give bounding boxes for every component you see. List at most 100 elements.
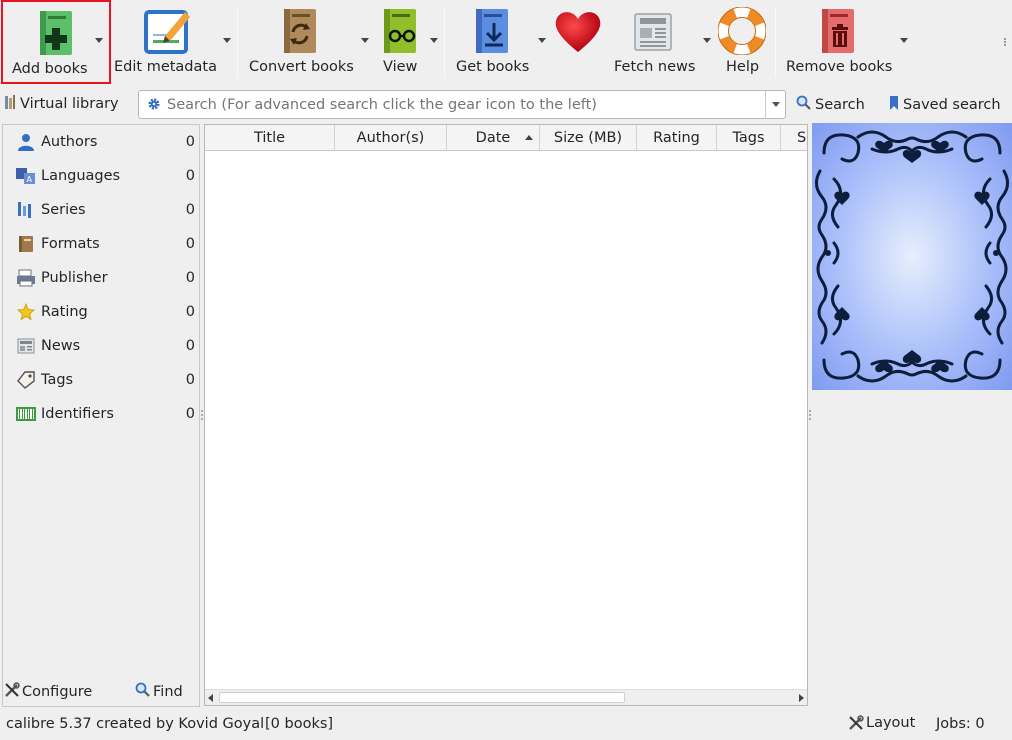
tag-browser-item-label: Rating — [41, 304, 88, 320]
remove-books-dropdown-icon[interactable] — [900, 38, 908, 43]
chevron-down-icon — [771, 102, 780, 107]
saved-search-button[interactable]: Saved search — [888, 95, 1001, 115]
tag-browser-item-label: Formats — [41, 236, 100, 252]
app-version-text: calibre 5.37 created by Kovid Goyal — [6, 716, 265, 732]
layout-label: Layout — [866, 715, 916, 731]
view-book-icon — [374, 6, 426, 56]
scrollbar-thumb[interactable] — [219, 692, 625, 703]
search-box — [138, 90, 786, 119]
help-button[interactable]: Help — [714, 0, 770, 84]
tag-browser-item-languages[interactable]: A Languages 0 — [15, 164, 197, 188]
tag-browser-item-count: 0 — [185, 338, 195, 354]
convert-book-icon — [274, 6, 326, 56]
tag-browser-item-label: Authors — [41, 134, 98, 150]
tag-browser-item-tags[interactable]: Tags 0 — [15, 368, 197, 392]
view-label: View — [383, 59, 418, 75]
column-header-date[interactable]: Date — [447, 125, 540, 151]
remove-book-icon — [812, 6, 864, 56]
status-bar: calibre 5.37 created by Kovid Goyal [0 b… — [0, 710, 1012, 740]
tag-browser-item-count: 0 — [185, 406, 195, 422]
search-button[interactable]: Search — [796, 95, 865, 115]
barcode-icon — [15, 404, 37, 424]
convert-books-dropdown-icon[interactable] — [361, 38, 369, 43]
languages-icon: A — [15, 166, 37, 186]
virtual-library-button[interactable]: Virtual library — [4, 94, 119, 114]
column-header-tags[interactable]: Tags — [717, 125, 781, 151]
tag-browser-item-label: Series — [41, 202, 86, 218]
toolbar-separator — [444, 8, 445, 78]
get-books-dropdown-icon[interactable] — [538, 38, 546, 43]
magnifier-icon — [796, 95, 812, 115]
tag-browser-item-count: 0 — [185, 270, 195, 286]
tag-browser-item-publisher[interactable]: Publisher 0 — [15, 266, 197, 290]
find-button[interactable]: Find — [135, 682, 183, 702]
configure-button[interactable]: Configure — [4, 682, 92, 702]
column-header-size[interactable]: Size (MB) — [540, 125, 637, 151]
news-icon — [15, 336, 37, 356]
tag-browser-item-label: Identifiers — [41, 406, 114, 422]
tag-browser-item-count: 0 — [185, 236, 195, 252]
tag-browser-item-count: 0 — [185, 168, 195, 184]
get-books-button[interactable]: Get books — [452, 0, 532, 84]
virtual-library-label: Virtual library — [20, 96, 119, 112]
book-list: Title Author(s) Date Size (MB) Rating Ta… — [204, 124, 808, 706]
column-header-label: Title — [253, 130, 286, 146]
scroll-left-icon[interactable] — [208, 694, 213, 702]
column-header-authors[interactable]: Author(s) — [335, 125, 447, 151]
remove-books-label: Remove books — [786, 59, 893, 75]
tag-browser-splitter[interactable] — [201, 410, 203, 420]
tag-browser-item-count: 0 — [185, 202, 195, 218]
cover-splitter[interactable] — [809, 410, 811, 420]
help-label: Help — [726, 59, 760, 75]
heart-icon — [552, 6, 604, 56]
view-dropdown-icon[interactable] — [430, 38, 438, 43]
tag-browser-item-label: Tags — [41, 372, 74, 388]
toolbar-separator — [237, 8, 238, 78]
convert-books-label: Convert books — [249, 59, 354, 75]
search-input[interactable] — [167, 94, 767, 115]
saved-search-label: Saved search — [903, 97, 1001, 113]
scroll-right-icon[interactable] — [799, 694, 804, 702]
add-books-dropdown-icon[interactable] — [95, 38, 103, 43]
toolbar-extension-grip[interactable] — [1004, 38, 1006, 46]
get-books-label: Get books — [456, 59, 530, 75]
column-header-label: Size (MB) — [553, 130, 623, 146]
tag-browser-item-identifiers[interactable]: Identifiers 0 — [15, 402, 197, 426]
tag-browser-item-news[interactable]: News 0 — [15, 334, 197, 358]
fetch-news-button[interactable]: Fetch news — [612, 0, 696, 84]
tag-browser-item-label: Publisher — [41, 270, 108, 286]
gear-icon[interactable] — [147, 97, 161, 115]
remove-books-button[interactable]: Remove books — [782, 0, 894, 84]
tag-browser-item-authors[interactable]: Authors 0 — [15, 130, 197, 154]
publisher-icon — [15, 268, 37, 288]
layout-button[interactable]: Layout — [848, 715, 915, 731]
edit-metadata-dropdown-icon[interactable] — [223, 38, 231, 43]
column-header-label: Rating — [653, 130, 700, 146]
add-book-icon — [30, 8, 82, 58]
column-header-title[interactable]: Title — [205, 125, 335, 151]
jobs-indicator[interactable]: Jobs: 0 — [936, 716, 985, 732]
horizontal-scrollbar[interactable] — [205, 689, 807, 705]
column-header-rating[interactable]: Rating — [637, 125, 717, 151]
tag-browser-item-formats[interactable]: Formats 0 — [15, 232, 197, 256]
toolbar-separator — [775, 8, 776, 78]
tag-browser-item-rating[interactable]: Rating 0 — [15, 300, 197, 324]
edit-metadata-button[interactable]: Edit metadata — [112, 0, 222, 84]
convert-books-button[interactable]: Convert books — [244, 0, 356, 84]
tag-browser-item-series[interactable]: Series 0 — [15, 198, 197, 222]
donate-button[interactable] — [550, 0, 606, 84]
series-icon — [15, 200, 37, 220]
search-history-dropdown[interactable] — [765, 91, 785, 118]
column-header-label: Tags — [732, 130, 765, 146]
book-list-header: Title Author(s) Date Size (MB) Rating Ta… — [205, 125, 807, 151]
column-header-series[interactable]: Se — [781, 125, 807, 151]
get-books-icon — [466, 6, 518, 56]
bookmark-icon — [888, 95, 900, 115]
magnifier-icon — [135, 682, 151, 702]
tag-browser-item-count: 0 — [185, 304, 195, 320]
tag-browser-item-count: 0 — [185, 372, 195, 388]
view-button[interactable]: View — [372, 0, 428, 84]
cover-image[interactable] — [812, 123, 1012, 390]
tag-browser-item-label: Languages — [41, 168, 121, 184]
fetch-news-dropdown-icon[interactable] — [703, 38, 711, 43]
